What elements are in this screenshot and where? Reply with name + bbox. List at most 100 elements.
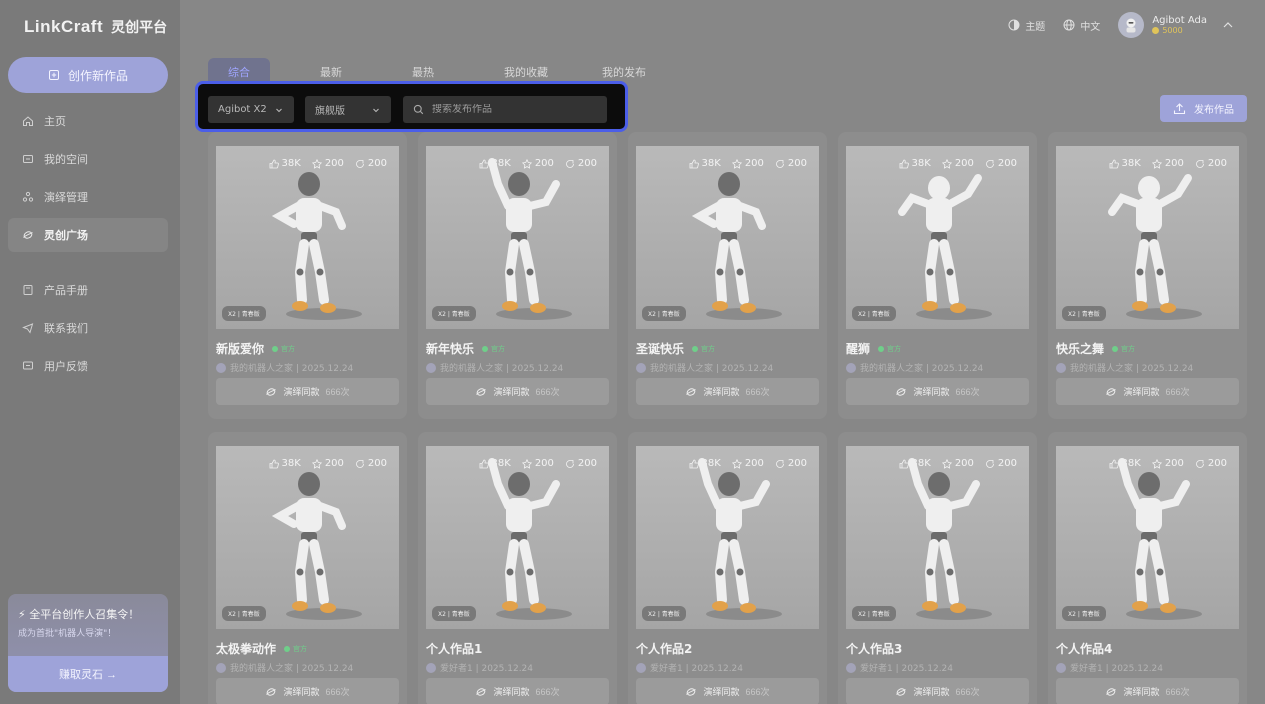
user-coins: 5000 — [1152, 26, 1207, 35]
perform-same-label: 演绎同款 — [1123, 387, 1160, 397]
sidebar-item-home[interactable]: 主页 — [8, 104, 168, 138]
work-author: 爱好者1 | 2025.12.24 — [1056, 661, 1163, 674]
logo[interactable]: LinkCraft 灵创平台 — [24, 16, 167, 38]
humanoid-robot-figure — [898, 174, 992, 320]
language-switch[interactable]: 中文 — [1063, 18, 1100, 33]
sidebar-item-label: 产品手册 — [44, 284, 88, 297]
work-thumbnail[interactable]: 38K 200 200 X2 | 青春版 — [846, 146, 1029, 329]
official-badge: 官方 — [692, 344, 715, 354]
shares-count: 200 — [367, 458, 387, 469]
perform-count: 666次 — [325, 387, 350, 397]
work-card[interactable]: 38K 200 200 X2 | 青春版 个人作品2 爱好者1 | 2025.1… — [628, 432, 827, 704]
work-card[interactable]: 38K 200 200 X2 | 青春版 醒狮 官方 我的机器人之家 | 202… — [838, 132, 1037, 419]
work-title: 新年快乐 — [426, 342, 475, 356]
create-new-work-button[interactable]: 创作新作品 — [8, 57, 168, 93]
official-badge: 官方 — [878, 344, 901, 354]
dot-icon — [878, 345, 885, 352]
author-text: 爱好者1 | 2025.12.24 — [860, 664, 954, 674]
earn-spirit-stone-button[interactable]: 赚取灵石 → — [8, 656, 168, 692]
perform-same-button[interactable]: 演绎同款 666次 — [636, 378, 819, 405]
perform-same-label: 演绎同款 — [913, 387, 950, 397]
work-thumbnail[interactable]: 38K 200 200 X2 | 青春版 — [636, 446, 819, 629]
work-thumbnail[interactable]: 38K 200 200 X2 | 青春版 — [1056, 146, 1239, 329]
sidebar-item-contact[interactable]: 联系我们 — [8, 311, 168, 345]
user-menu[interactable]: Agibot Ada 5000 — [1118, 12, 1235, 38]
theme-toggle[interactable]: 主题 — [1008, 18, 1045, 33]
perform-same-button[interactable]: 演绎同款 666次 — [636, 678, 819, 704]
model-badge: X2 | 青春版 — [432, 306, 476, 321]
shares-count: 200 — [787, 158, 807, 169]
works-grid: 38K 200 200 X2 | 青春版 新版爱你 官方 我的机器人之家 | 2… — [208, 132, 1248, 704]
work-author: 我的机器人之家 | 2025.12.24 — [216, 361, 353, 374]
model-badge: X2 | 青春版 — [852, 606, 896, 621]
plaza-icon — [1106, 687, 1117, 696]
publish-work-button[interactable]: 发布作品 — [1160, 95, 1247, 122]
model-badge: X2 | 青春版 — [852, 306, 896, 321]
work-title-row: 个人作品3 — [846, 640, 902, 657]
dot-icon — [284, 645, 291, 652]
work-title-row: 个人作品1 — [426, 640, 482, 657]
perform-same-button[interactable]: 演绎同款 666次 — [1056, 678, 1239, 704]
sidebar-item-my-space[interactable]: 我的空间 — [8, 142, 168, 176]
author-text: 我的机器人之家 | 2025.12.24 — [440, 364, 564, 374]
perform-same-button[interactable]: 演绎同款 666次 — [426, 678, 609, 704]
humanoid-robot-figure — [271, 472, 362, 620]
work-thumbnail[interactable]: 38K 200 200 X2 | 青春版 — [426, 146, 609, 329]
sidebar-item-manual[interactable]: 产品手册 — [8, 273, 168, 307]
work-card[interactable]: 38K 200 200 X2 | 青春版 个人作品4 爱好者1 | 2025.1… — [1048, 432, 1247, 704]
shares-count: 200 — [997, 158, 1017, 169]
work-title-row: 新版爱你 官方 — [216, 340, 295, 357]
humanoid-robot-figure — [698, 458, 782, 620]
perform-same-button[interactable]: 演绎同款 666次 — [216, 678, 399, 704]
theme-icon — [1008, 19, 1020, 31]
work-title: 醒狮 — [846, 342, 871, 356]
search-input[interactable] — [432, 104, 592, 115]
shares-count: 200 — [997, 458, 1017, 469]
work-card[interactable]: 38K 200 200 X2 | 青春版 新版爱你 官方 我的机器人之家 | 2… — [208, 132, 407, 419]
edition-select[interactable]: 旗舰版 — [305, 96, 391, 123]
perform-same-button[interactable]: 演绎同款 666次 — [846, 378, 1029, 405]
work-title-row: 圣诞快乐 官方 — [636, 340, 715, 357]
sidebar-item-label: 灵创广场 — [44, 229, 88, 242]
work-card[interactable]: 38K 200 200 X2 | 青春版 太极拳动作 官方 我的机器人之家 | … — [208, 432, 407, 704]
work-title: 新版爱你 — [216, 342, 265, 356]
chevron-up-icon — [1223, 22, 1233, 28]
work-title-row: 快乐之舞 官方 — [1056, 340, 1135, 357]
work-thumbnail[interactable]: 38K 200 200 X2 | 青春版 — [426, 446, 609, 629]
folder-icon — [23, 155, 33, 163]
send-icon — [22, 323, 34, 334]
work-card[interactable]: 38K 200 200 X2 | 青春版 圣诞快乐 官方 我的机器人之家 | 2… — [628, 132, 827, 419]
official-badge: 官方 — [1112, 344, 1135, 354]
model-badge: X2 | 青春版 — [1062, 306, 1106, 321]
perform-same-button[interactable]: 演绎同款 666次 — [1056, 378, 1239, 405]
shares-count: 200 — [1207, 458, 1227, 469]
work-thumbnail[interactable]: 38K 200 200 X2 | 青春版 — [216, 446, 399, 629]
sidebar: LinkCraft 灵创平台 创作新作品 主页 我的空间 演绎管理 灵创广场 产… — [0, 0, 180, 704]
edition-select-value: 旗舰版 — [315, 106, 345, 117]
sidebar-item-label: 用户反馈 — [44, 360, 88, 373]
book-icon — [23, 285, 33, 295]
work-card[interactable]: 38K 200 200 X2 | 青春版 快乐之舞 官方 我的机器人之家 | 2… — [1048, 132, 1247, 419]
author-text: 爱好者1 | 2025.12.24 — [440, 664, 534, 674]
work-thumbnail[interactable]: 38K 200 200 X2 | 青春版 — [1056, 446, 1239, 629]
work-author: 我的机器人之家 | 2025.12.24 — [636, 361, 773, 374]
work-card[interactable]: 38K 200 200 X2 | 青春版 个人作品1 爱好者1 | 2025.1… — [418, 432, 617, 704]
model-select[interactable]: Agibot X2 — [208, 96, 294, 123]
plaza-icon — [686, 687, 697, 696]
work-thumbnail[interactable]: 38K 200 200 X2 | 青春版 — [636, 146, 819, 329]
work-thumbnail[interactable]: 38K 200 200 X2 | 青春版 — [216, 146, 399, 329]
work-thumbnail[interactable]: 38K 200 200 X2 | 青春版 — [846, 446, 1029, 629]
perform-same-button[interactable]: 演绎同款 666次 — [426, 378, 609, 405]
sidebar-item-plaza[interactable]: 灵创广场 — [8, 218, 168, 252]
work-title-row: 太极拳动作 官方 — [216, 640, 307, 657]
perform-same-button[interactable]: 演绎同款 666次 — [216, 378, 399, 405]
work-card[interactable]: 38K 200 200 X2 | 青春版 新年快乐 官方 我的机器人之家 | 2… — [418, 132, 617, 419]
perform-same-button[interactable]: 演绎同款 666次 — [846, 678, 1029, 704]
perform-same-label: 演绎同款 — [1123, 687, 1160, 697]
sidebar-item-performance-manage[interactable]: 演绎管理 — [8, 180, 168, 214]
work-card[interactable]: 38K 200 200 X2 | 青春版 个人作品3 爱好者1 | 2025.1… — [838, 432, 1037, 704]
plaza-icon — [896, 687, 907, 696]
author-avatar-icon — [426, 662, 436, 673]
sidebar-item-feedback[interactable]: 用户反馈 — [8, 349, 168, 383]
perform-same-label: 演绎同款 — [283, 387, 320, 397]
